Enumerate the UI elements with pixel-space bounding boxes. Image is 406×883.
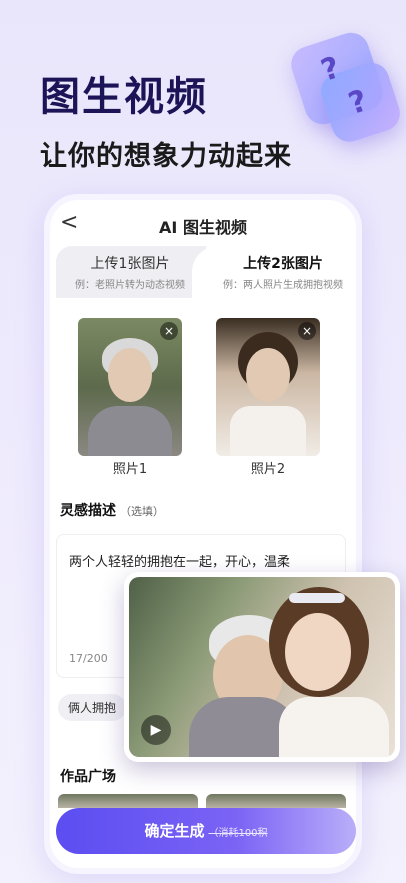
generate-button[interactable]: 确定生成 （消耗100积 — [56, 808, 356, 854]
generate-label: 确定生成 — [144, 822, 205, 840]
work-thumbnail[interactable] — [58, 794, 198, 808]
works-gallery-title: 作品广场 — [60, 769, 116, 785]
remove-photo-icon[interactable]: × — [298, 322, 316, 340]
video-figure — [285, 613, 351, 691]
optional-tag: （选填） — [120, 505, 164, 518]
photo-2-label: 照片2 — [250, 462, 286, 477]
photo-face — [246, 348, 290, 402]
photo-body — [230, 406, 306, 456]
photo-body — [88, 406, 172, 456]
inspiration-text: 两个人轻轻的拥抱在一起，开心，温柔 — [69, 555, 291, 570]
photo-1-label: 照片1 — [112, 462, 148, 477]
inspiration-heading: 灵感描述 （选填） — [60, 500, 164, 520]
tab-upload-one[interactable]: 上传1张图片 例：老照片转为动态视频 — [60, 253, 200, 291]
play-icon[interactable]: ▶ — [141, 715, 171, 745]
page-title: AI 图生视频 — [159, 218, 247, 237]
video-figure — [289, 593, 345, 603]
inspiration-title: 灵感描述 — [60, 503, 116, 519]
photo-2-thumbnail[interactable]: × — [216, 318, 320, 456]
tab-hint: 例：两人照片生成拥抱视频 — [223, 280, 343, 291]
photo-face — [108, 348, 152, 402]
tab-label: 上传1张图片 — [90, 256, 170, 272]
hero-subtitle: 让你的想象力动起来 — [40, 141, 292, 172]
remove-photo-icon[interactable]: × — [160, 322, 178, 340]
suggestion-chip[interactable]: 俩人拥抱 — [58, 694, 127, 721]
photo-1-thumbnail[interactable]: × — [78, 318, 182, 456]
char-count: 17/200 — [69, 652, 108, 665]
result-video-preview[interactable]: ▶ — [129, 577, 395, 757]
generate-cost: （消耗100积 — [208, 828, 268, 839]
hero-title: 图生视频 — [40, 74, 208, 120]
photo-uploads: × × 照片1 照片2 — [50, 298, 356, 477]
result-video-card[interactable]: ▶ — [124, 572, 400, 762]
work-thumbnail[interactable] — [206, 794, 346, 808]
tab-upload-two[interactable]: 上传2张图片 例：两人照片生成拥抱视频 — [208, 253, 356, 291]
tab-label: 上传2张图片 — [243, 256, 323, 272]
video-figure — [279, 697, 389, 757]
tab-hint: 例：老照片转为动态视频 — [75, 280, 185, 291]
nav-bar: < AI 图生视频 — [50, 200, 356, 246]
upload-mode-tabs: 上传1张图片 例：老照片转为动态视频 上传2张图片 例：两人照片生成拥抱视频 — [56, 246, 356, 298]
phone-mockup: < AI 图生视频 上传1张图片 例：老照片转为动态视频 上传2张图片 例：两人… — [44, 194, 362, 874]
